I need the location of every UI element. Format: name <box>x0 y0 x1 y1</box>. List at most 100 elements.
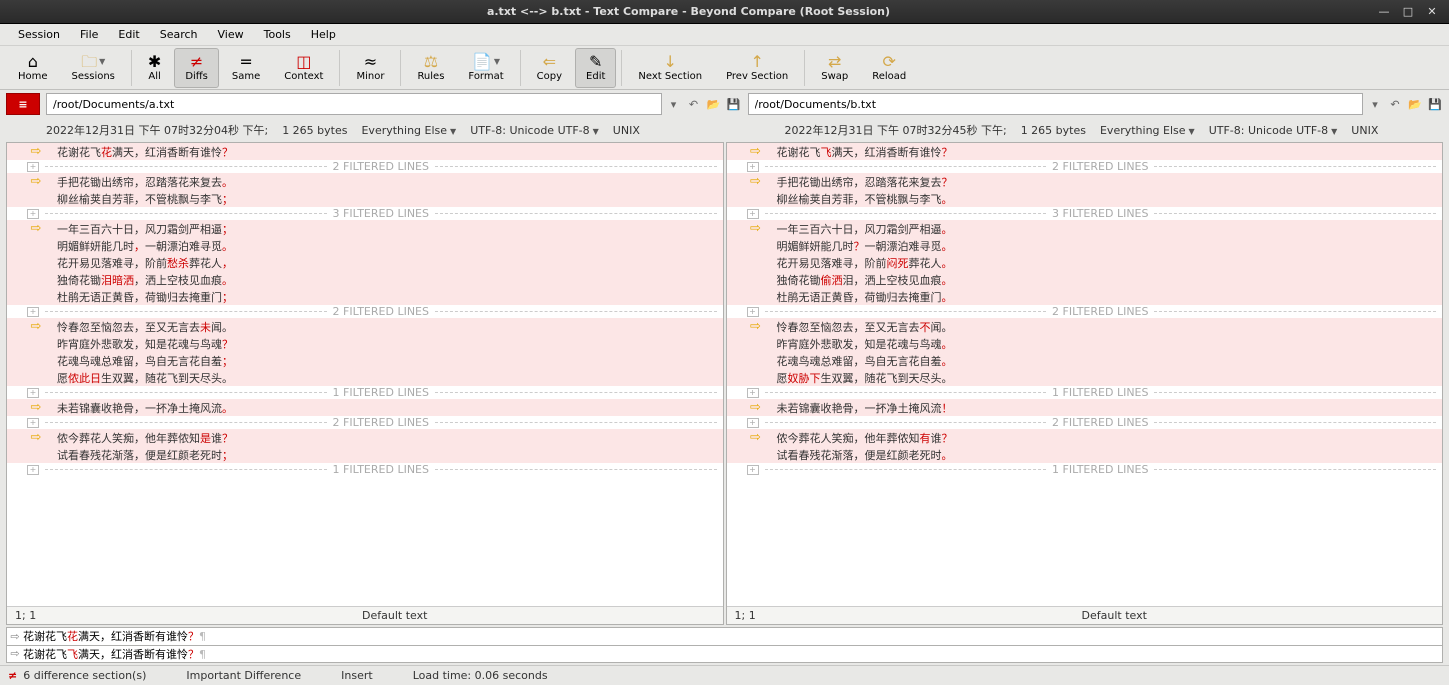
diff-line[interactable]: 愿奴胁下生双翼，随花飞到天尽头。 <box>727 369 1443 386</box>
right-pane-body[interactable]: ⇨花谢花飞飞满天，红消香断有谁怜？+2 FILTERED LINES⇨手把花锄出… <box>727 143 1443 606</box>
diff-line[interactable]: ⇨一年三百六十日，风刀霜剑严相逼。 <box>727 220 1443 237</box>
format-button[interactable]: 📄▼Format <box>457 48 514 88</box>
diff-line[interactable]: ⇨侬今葬花人笑痴，他年葬侬知是谁？ <box>7 429 723 446</box>
filtered-lines-row[interactable]: +2 FILTERED LINES <box>7 416 723 429</box>
filtered-lines-row[interactable]: +1 FILTERED LINES <box>727 463 1443 476</box>
filtered-lines-row[interactable]: +2 FILTERED LINES <box>727 305 1443 318</box>
undo-icon[interactable]: ↶ <box>1387 96 1403 112</box>
filtered-lines-row[interactable]: +2 FILTERED LINES <box>7 305 723 318</box>
diff-line[interactable]: ⇨手把花锄出绣帘，忍踏落花来复去？ <box>727 173 1443 190</box>
diff-line[interactable]: 独倚花锄泪暗洒，洒上空枝见血痕。 <box>7 271 723 288</box>
filtered-lines-row[interactable]: +2 FILTERED LINES <box>7 160 723 173</box>
reload-button[interactable]: ⟳Reload <box>861 48 917 88</box>
expand-icon[interactable]: + <box>747 465 759 475</box>
bottom-line-left[interactable]: ⇨ 花谢花飞花满天，红消香断有谁怜？¶ <box>6 627 1443 646</box>
diff-line[interactable]: 愿侬此日生双翼，随花飞到天尽头。 <box>7 369 723 386</box>
diff-line[interactable]: 花开易见落难寻，阶前闷死葬花人。 <box>727 254 1443 271</box>
prev-section-button[interactable]: ↑Prev Section <box>715 48 799 88</box>
close-button[interactable]: ✕ <box>1423 3 1441 21</box>
diff-line[interactable]: 花魂鸟魂总难留，鸟自无言花自羞； <box>7 352 723 369</box>
diff-line[interactable]: 杜鹃无语正黄昏，荷锄归去掩重门； <box>7 288 723 305</box>
expand-icon[interactable]: + <box>27 465 39 475</box>
menu-session[interactable]: Session <box>8 26 70 43</box>
filtered-lines-row[interactable]: +3 FILTERED LINES <box>7 207 723 220</box>
left-pane-body[interactable]: ⇨花谢花飞花满天，红消香断有谁怜？+2 FILTERED LINES⇨手把花锄出… <box>7 143 723 606</box>
dropdown-icon[interactable]: ▾ <box>666 96 682 112</box>
menu-edit[interactable]: Edit <box>108 26 149 43</box>
menu-tools[interactable]: Tools <box>254 26 301 43</box>
right-lineend[interactable]: UNIX <box>1351 124 1378 137</box>
filtered-lines-row[interactable]: +2 FILTERED LINES <box>727 160 1443 173</box>
diff-line[interactable]: ⇨未若锦囊收艳骨，一抔净土掩风流！ <box>727 399 1443 416</box>
all-button[interactable]: ✱All <box>137 48 172 88</box>
expand-icon[interactable]: + <box>747 209 759 219</box>
diff-line[interactable]: 柳丝榆荚自芳菲，不管桃飘与李飞。 <box>727 190 1443 207</box>
minimize-button[interactable]: — <box>1375 3 1393 21</box>
right-encoding[interactable]: UTF-8: Unicode UTF-8▼ <box>1209 124 1338 137</box>
left-encoding[interactable]: UTF-8: Unicode UTF-8▼ <box>470 124 599 137</box>
filtered-lines-row[interactable]: +1 FILTERED LINES <box>7 463 723 476</box>
menu-help[interactable]: Help <box>301 26 346 43</box>
expand-icon[interactable]: + <box>747 307 759 317</box>
expand-icon[interactable]: + <box>747 162 759 172</box>
context-button[interactable]: ◫Context <box>273 48 334 88</box>
diff-line[interactable]: 柳丝榆荚自芳菲，不管桃飘与李飞； <box>7 190 723 207</box>
diff-line[interactable]: 试看春残花渐落，便是红颜老死时； <box>7 446 723 463</box>
diff-line[interactable]: ⇨手把花锄出绣帘，忍踏落花来复去。 <box>7 173 723 190</box>
filtered-lines-row[interactable]: +2 FILTERED LINES <box>727 416 1443 429</box>
expand-icon[interactable]: + <box>27 307 39 317</box>
left-lineend[interactable]: UNIX <box>613 124 640 137</box>
diffs-button[interactable]: ≠Diffs <box>174 48 219 88</box>
diff-line[interactable]: ⇨怜春忽至恼忽去，至又无言去不闻。 <box>727 318 1443 335</box>
expand-icon[interactable]: + <box>27 418 39 428</box>
right-path-input[interactable] <box>748 93 1364 115</box>
open-folder-icon[interactable]: 📂 <box>706 96 722 112</box>
dropdown-icon[interactable]: ▾ <box>1367 96 1383 112</box>
right-filter[interactable]: Everything Else▼ <box>1100 124 1195 137</box>
filtered-lines-row[interactable]: +3 FILTERED LINES <box>727 207 1443 220</box>
expand-icon[interactable]: + <box>27 388 39 398</box>
bottom-line-right[interactable]: ⇨ 花谢花飞飞满天，红消香断有谁怜？¶ <box>6 646 1443 664</box>
expand-icon[interactable]: + <box>27 162 39 172</box>
diff-line[interactable]: 昨宵庭外悲歌发，知是花魂与鸟魂？ <box>7 335 723 352</box>
expand-icon[interactable]: + <box>27 209 39 219</box>
filtered-lines-row[interactable]: +1 FILTERED LINES <box>727 386 1443 399</box>
diff-line[interactable]: 花开易见落难寻，阶前愁杀葬花人， <box>7 254 723 271</box>
menu-view[interactable]: View <box>208 26 254 43</box>
menu-file[interactable]: File <box>70 26 108 43</box>
diff-line[interactable]: 独倚花锄偷洒泪，洒上空枝见血痕。 <box>727 271 1443 288</box>
left-path-input[interactable] <box>46 93 662 115</box>
diff-line[interactable]: ⇨怜春忽至恼忽去，至又无言去未闻。 <box>7 318 723 335</box>
sessions-button[interactable]: 🗀▼Sessions <box>61 48 126 88</box>
menu-search[interactable]: Search <box>150 26 208 43</box>
diff-line[interactable]: 明媚鲜妍能几时，一朝漂泊难寻觅。 <box>7 237 723 254</box>
diff-line[interactable]: ⇨花谢花飞花满天，红消香断有谁怜？ <box>7 143 723 160</box>
home-button[interactable]: ⌂Home <box>7 48 59 88</box>
undo-icon[interactable]: ↶ <box>686 96 702 112</box>
minor-button[interactable]: ≈Minor <box>345 48 395 88</box>
compare-mode-icon[interactable]: ≡ <box>6 93 40 115</box>
diff-line[interactable]: ⇨未若锦囊收艳骨，一抔净土掩风流。 <box>7 399 723 416</box>
open-folder-icon[interactable]: 📂 <box>1407 96 1423 112</box>
diff-line[interactable]: ⇨花谢花飞飞满天，红消香断有谁怜？ <box>727 143 1443 160</box>
edit-button[interactable]: ✎Edit <box>575 48 616 88</box>
save-icon[interactable]: 💾 <box>1427 96 1443 112</box>
next-section-button[interactable]: ↓Next Section <box>627 48 713 88</box>
diff-line[interactable]: 试看春残花渐落，便是红颜老死时。 <box>727 446 1443 463</box>
save-icon[interactable]: 💾 <box>726 96 742 112</box>
filtered-lines-row[interactable]: +1 FILTERED LINES <box>7 386 723 399</box>
expand-icon[interactable]: + <box>747 418 759 428</box>
diff-line[interactable]: 昨宵庭外悲歌发，知是花魂与鸟魂。 <box>727 335 1443 352</box>
same-button[interactable]: =Same <box>221 48 271 88</box>
expand-icon[interactable]: + <box>747 388 759 398</box>
diff-line[interactable]: 花魂鸟魂总难留，鸟自无言花自羞。 <box>727 352 1443 369</box>
diff-line[interactable]: ⇨一年三百六十日，风刀霜剑严相逼； <box>7 220 723 237</box>
diff-line[interactable]: ⇨侬今葬花人笑痴，他年葬侬知有谁？ <box>727 429 1443 446</box>
maximize-button[interactable]: □ <box>1399 3 1417 21</box>
diff-line[interactable]: 明媚鲜妍能几时？一朝漂泊难寻觅。 <box>727 237 1443 254</box>
diff-line[interactable]: 杜鹃无语正黄昏，荷锄归去掩重门。 <box>727 288 1443 305</box>
copy-button[interactable]: ⇐Copy <box>526 48 573 88</box>
left-filter[interactable]: Everything Else▼ <box>361 124 456 137</box>
swap-button[interactable]: ⇄Swap <box>810 48 859 88</box>
rules-button[interactable]: ⚖Rules <box>406 48 455 88</box>
